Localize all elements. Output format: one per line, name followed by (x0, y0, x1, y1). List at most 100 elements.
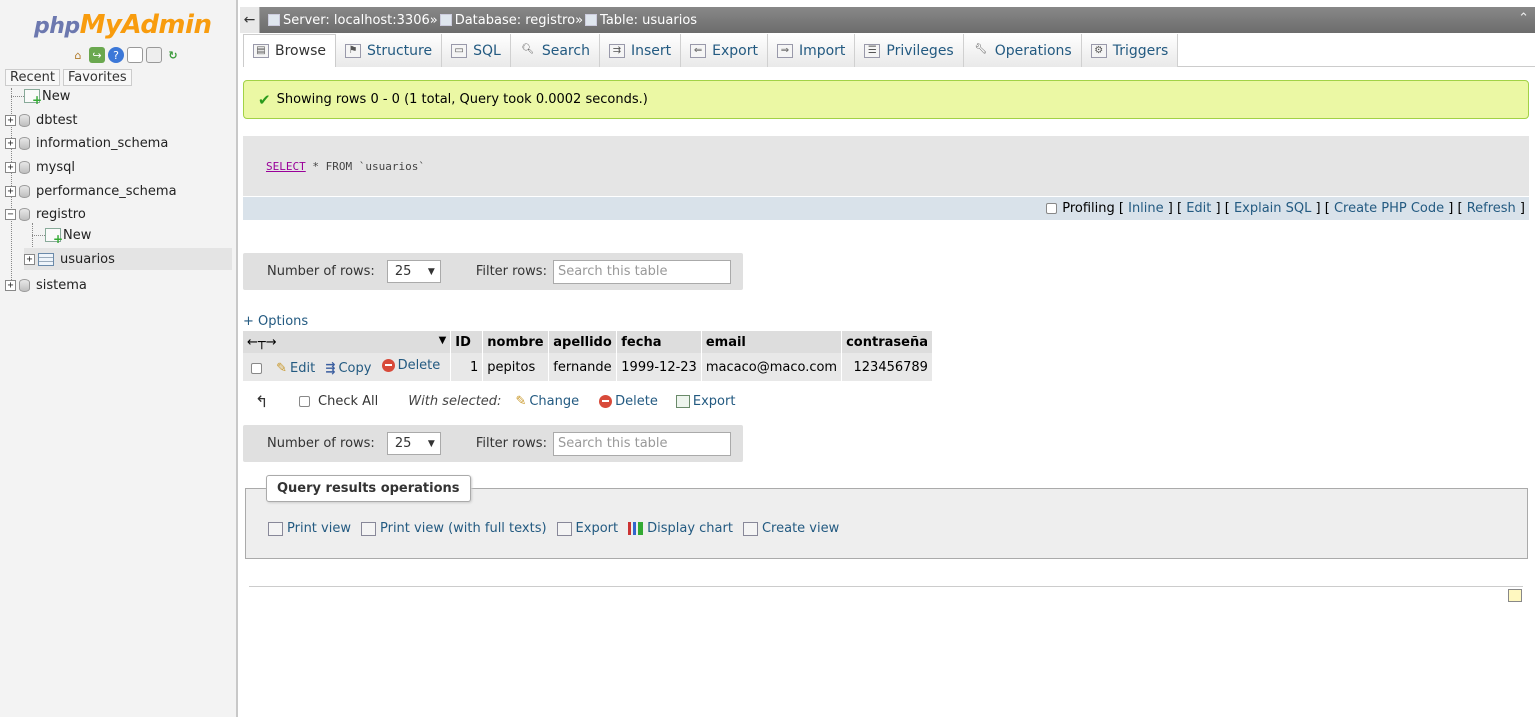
delete-row-button[interactable]: Delete (381, 358, 440, 373)
cell-email[interactable]: macaco@maco.com (701, 353, 843, 381)
edit-row-button[interactable]: ✎ Edit (276, 361, 315, 376)
column-header-fecha[interactable]: fecha (616, 331, 702, 353)
row-checkbox[interactable] (251, 363, 262, 374)
database-icon (19, 136, 30, 150)
tab-structure[interactable]: ⚑ Structure (335, 34, 443, 67)
tree-item-information-schema[interactable]: + information_schema (5, 132, 168, 154)
cell-contrasena[interactable]: 123456789 (841, 353, 933, 381)
create-view-link[interactable]: Create view (742, 521, 839, 536)
reload-icon[interactable]: ↻ (165, 47, 181, 63)
wrench-icon: 🔧︎ (974, 43, 988, 55)
chevron-down-icon: ▼ (427, 438, 435, 449)
help-icon[interactable]: ? (108, 47, 124, 63)
inline-link[interactable]: Inline (1128, 201, 1164, 216)
export-icon (675, 394, 690, 408)
database-icon (439, 14, 452, 26)
edit-sql-link[interactable]: Edit (1186, 201, 1211, 216)
tab-export[interactable]: ⇐ Export (681, 34, 768, 67)
column-header-contrasena[interactable]: contraseña (841, 331, 933, 353)
tree-item-performance-schema[interactable]: + performance_schema (5, 180, 177, 202)
printer-icon (268, 521, 283, 536)
tab-insert[interactable]: ⇉ Insert (599, 34, 682, 67)
tree-item-sistema[interactable]: + sistema (5, 274, 87, 296)
cell-apellido[interactable]: fernande (548, 353, 618, 381)
change-selected-button[interactable]: ✎ Change (515, 394, 579, 409)
tab-browse[interactable]: ▤ Browse (243, 34, 336, 67)
export-selected-button[interactable]: Export (675, 394, 735, 409)
expand-icon[interactable]: + (5, 185, 16, 197)
breadcrumb-table[interactable]: Table: usuarios (585, 13, 697, 28)
new-table-icon (45, 228, 63, 246)
print-view-link[interactable]: Print view (268, 521, 351, 536)
create-php-code-link[interactable]: Create PHP Code (1334, 201, 1444, 216)
expand-icon[interactable]: + (5, 137, 16, 149)
settings-icon[interactable] (146, 47, 162, 63)
query-results-operations-links: Print view Print view (with full texts) … (268, 521, 839, 536)
tab-triggers[interactable]: ⚙ Triggers (1081, 34, 1179, 67)
column-header-apellido[interactable]: apellido (548, 331, 618, 353)
filter-rows-input[interactable]: Search this table (552, 259, 731, 284)
tree-item-new[interactable]: New (24, 85, 70, 107)
chevron-down-icon: ▼ (427, 266, 435, 277)
collapse-up-icon[interactable]: ⌃ (1518, 11, 1529, 26)
column-header-id[interactable]: ID (450, 331, 484, 353)
delete-selected-button[interactable]: Delete (599, 394, 658, 409)
collapse-icon[interactable]: − (5, 208, 16, 220)
cell-fecha[interactable]: 1999-12-23 (616, 353, 702, 381)
expand-icon[interactable]: + (24, 253, 35, 265)
explain-sql-link[interactable]: Explain SQL (1234, 201, 1311, 216)
display-chart-link[interactable]: Display chart (628, 521, 733, 536)
navigation-panel: phpMyAdmin ⌂ ↪ ? ↻ Recent Favorites New … (0, 0, 238, 717)
tab-import[interactable]: ⇒ Import (767, 34, 856, 67)
tree-item-usuarios[interactable]: + usuarios (24, 248, 232, 270)
breadcrumb-separator: » (429, 12, 438, 28)
cell-nombre[interactable]: pepitos (482, 353, 550, 381)
column-menu-chevron-icon[interactable]: ▼ (439, 335, 447, 346)
profiling-checkbox[interactable] (1046, 203, 1058, 214)
tab-sql[interactable]: ▭ SQL (442, 34, 511, 67)
tab-privileges[interactable]: ☰ Privileges (855, 34, 964, 67)
tree-item-registro[interactable]: − registro (5, 203, 86, 225)
print-view-full-link[interactable]: Print view (with full texts) (360, 521, 547, 536)
check-all-checkbox[interactable] (299, 395, 310, 407)
phpmyadmin-logo[interactable]: phpMyAdmin (34, 10, 212, 40)
query-results-operations-legend: Query results operations (266, 475, 471, 502)
expand-icon[interactable]: + (5, 114, 16, 126)
docs-icon[interactable] (127, 47, 143, 63)
check-all-label[interactable]: Check All (318, 394, 378, 409)
refresh-link[interactable]: Refresh (1467, 201, 1516, 216)
breadcrumb-database[interactable]: Database: registro (439, 13, 575, 28)
success-message: ✔ Showing rows 0 - 0 (1 total, Query too… (243, 80, 1529, 119)
console-icon[interactable] (1508, 589, 1522, 602)
column-resize-header[interactable]: ←┬→ ▼ (243, 331, 452, 353)
collapse-nav-button[interactable]: ← (240, 7, 260, 33)
breadcrumb-server[interactable]: Server: localhost:3306 (268, 13, 430, 28)
export-link[interactable]: Export (556, 521, 618, 536)
tree-item-mysql[interactable]: + mysql (5, 156, 75, 178)
column-header-nombre[interactable]: nombre (482, 331, 550, 353)
tab-operations[interactable]: 🔧︎ Operations (963, 34, 1082, 67)
tab-search[interactable]: 🔍︎ Search (510, 34, 600, 67)
cell-id[interactable]: 1 (450, 353, 484, 381)
recent-tab[interactable]: Recent (5, 69, 60, 86)
expand-icon[interactable]: + (5, 279, 16, 291)
home-icon[interactable]: ⌂ (70, 47, 86, 63)
database-icon (19, 278, 30, 292)
tree-item-dbtest[interactable]: + dbtest (5, 109, 77, 131)
column-header-email[interactable]: email (701, 331, 843, 353)
import-icon: ⇒ (776, 43, 793, 58)
rows-select[interactable]: 25 ▼ (386, 432, 441, 455)
table-header-row: ←┬→ ▼ ID nombre apellido fecha email con… (243, 331, 933, 353)
rows-select[interactable]: 25 ▼ (386, 260, 441, 283)
structure-icon: ⚑ (344, 43, 361, 58)
options-link[interactable]: + Options (243, 314, 308, 329)
copy-row-button[interactable]: ⇶ Copy (325, 361, 371, 376)
filter-rows-input[interactable]: Search this table (552, 431, 731, 456)
sql-query-links: Profiling [ Inline ] [ Edit ] [ Explain … (243, 197, 1529, 220)
favorites-tab[interactable]: Favorites (62, 69, 132, 86)
column-arrows-icon[interactable]: ←┬→ (247, 335, 277, 350)
sql-query-box[interactable]: SELECT * FROM `usuarios` (243, 136, 1529, 196)
tree-item-registro-new[interactable]: New (45, 224, 91, 246)
logout-icon[interactable]: ↪ (89, 47, 105, 63)
expand-icon[interactable]: + (5, 161, 16, 173)
